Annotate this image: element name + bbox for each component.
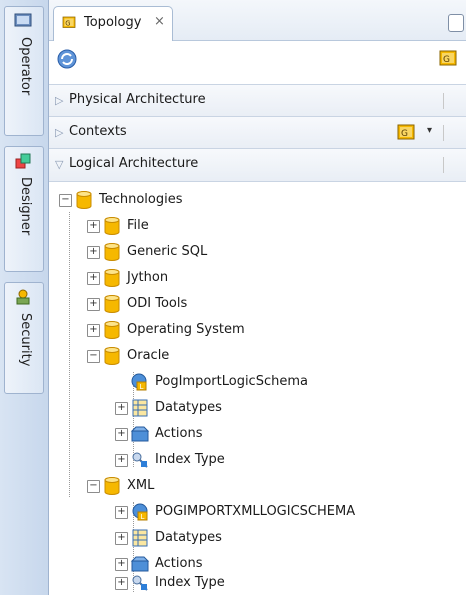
physical-architecture-label: Physical Architecture xyxy=(69,92,206,107)
security-icon xyxy=(16,289,30,305)
expand-icon[interactable]: + xyxy=(115,428,128,441)
logical-architecture-label: Logical Architecture xyxy=(69,156,199,171)
chevron-down-icon: ▽ xyxy=(55,158,64,171)
chevron-right-icon: ▷ xyxy=(55,126,64,139)
database-icon xyxy=(102,242,122,262)
collapse-icon[interactable]: − xyxy=(59,194,72,207)
expand-icon[interactable]: + xyxy=(115,454,128,467)
technology-tree: − Technologies + File + Generic SQL + Jy… xyxy=(49,190,466,595)
actions-icon xyxy=(130,424,150,444)
database-icon xyxy=(102,476,122,496)
database-icon xyxy=(102,346,122,366)
database-icon xyxy=(74,190,94,210)
logical-schema-icon xyxy=(129,372,149,392)
expand-icon[interactable]: + xyxy=(87,298,100,311)
expand-icon[interactable]: + xyxy=(115,532,128,545)
designer-icon xyxy=(15,153,31,169)
close-icon[interactable]: × xyxy=(154,14,165,29)
datatypes-icon xyxy=(130,528,150,548)
designer-tab[interactable]: Designer xyxy=(4,146,44,272)
designer-tab-label: Designer xyxy=(18,177,33,236)
operator-icon xyxy=(14,13,32,27)
chevron-right-icon: ▷ xyxy=(55,94,64,107)
actions-icon xyxy=(130,554,150,574)
collapse-icon[interactable]: − xyxy=(87,350,100,363)
topology-icon xyxy=(60,14,78,32)
refresh-icon[interactable] xyxy=(55,47,79,71)
expand-icon[interactable]: + xyxy=(115,506,128,519)
security-tab[interactable]: Security xyxy=(4,282,44,394)
tab-topology-label: Topology xyxy=(84,15,142,30)
contexts-label: Contexts xyxy=(69,124,127,139)
dropdown-arrow-icon[interactable]: ▾ xyxy=(427,125,432,136)
expand-icon[interactable]: + xyxy=(115,577,128,590)
database-icon xyxy=(102,216,122,236)
topology-panel: Topology × ▷ Physical Architecture ▷ Con… xyxy=(49,0,466,595)
tab-bar: Topology × xyxy=(49,0,466,41)
index-type-icon xyxy=(130,573,150,593)
expand-icon[interactable]: + xyxy=(87,272,100,285)
database-icon xyxy=(102,268,122,288)
tab-topology[interactable]: Topology × xyxy=(53,6,173,41)
physical-architecture-header[interactable]: ▷ Physical Architecture xyxy=(49,84,466,118)
collapse-icon[interactable]: − xyxy=(87,480,100,493)
minimize-button[interactable] xyxy=(448,14,464,32)
toolbar xyxy=(49,41,466,77)
expand-icon[interactable]: + xyxy=(115,402,128,415)
security-tab-label: Security xyxy=(18,313,33,367)
divider xyxy=(443,93,444,109)
contexts-menu-icon[interactable] xyxy=(394,121,418,145)
navigator-strip: Operator Designer Security xyxy=(0,0,49,595)
operator-tab[interactable]: Operator xyxy=(4,6,44,136)
contexts-header[interactable]: ▷ Contexts ▾ xyxy=(49,116,466,150)
topology-menu-icon[interactable] xyxy=(436,47,460,71)
expand-icon[interactable]: + xyxy=(87,324,100,337)
database-icon xyxy=(102,320,122,340)
datatypes-icon xyxy=(130,398,150,418)
index-type-icon xyxy=(130,450,150,470)
expand-icon[interactable]: + xyxy=(115,558,128,571)
logical-architecture-header[interactable]: ▽ Logical Architecture xyxy=(49,148,466,182)
expand-icon[interactable]: + xyxy=(87,246,100,259)
expand-icon[interactable]: + xyxy=(87,220,100,233)
divider xyxy=(443,157,444,173)
logical-schema-icon xyxy=(130,502,150,522)
operator-tab-label: Operator xyxy=(18,37,33,96)
divider xyxy=(443,125,444,141)
database-icon xyxy=(102,294,122,314)
